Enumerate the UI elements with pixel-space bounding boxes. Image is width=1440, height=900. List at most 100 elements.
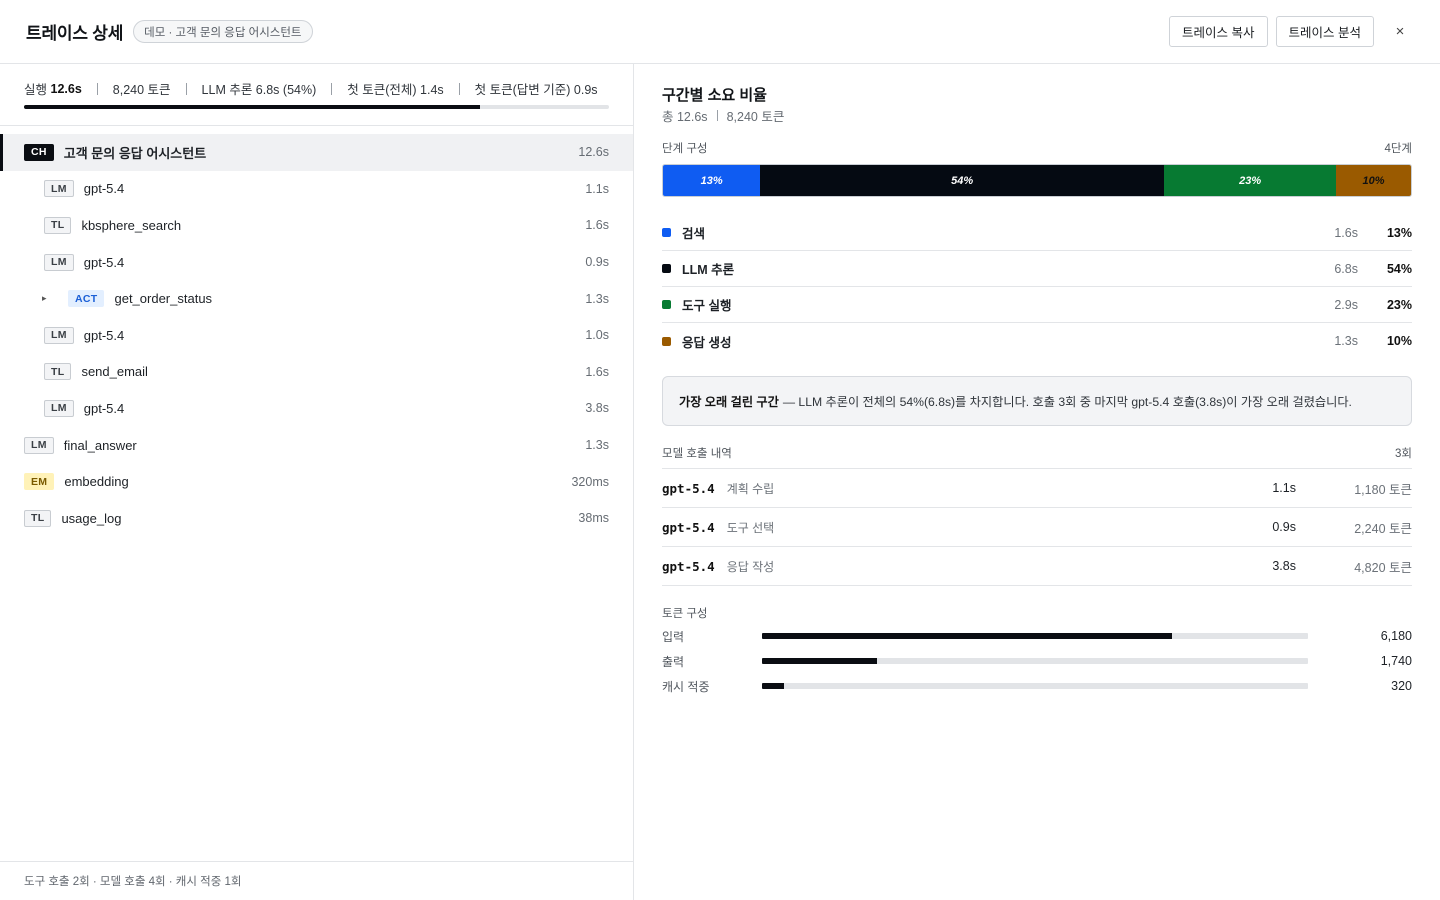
stage-name: 검색 — [682, 227, 706, 241]
tree-row[interactable]: LM gpt-5.4 3.8s — [0, 390, 633, 427]
stage-name: 응답 생성 — [682, 335, 732, 350]
span-name: get_order_status — [114, 291, 213, 307]
token-value: 320 — [1391, 679, 1412, 693]
span-duration: 320ms — [571, 474, 609, 489]
span-name: gpt-5.4 — [83, 327, 125, 343]
model-name: gpt-5.4 — [662, 558, 715, 574]
breakdown-pane: 구간별 소요 비율 총 12.6s 8,240 토큰 단계 구성 4단계 13%… — [634, 64, 1440, 900]
span-duration: 1.6s — [585, 364, 609, 379]
stage-color-swatch — [662, 228, 671, 237]
token-value: 1,740 — [1380, 654, 1412, 668]
span-duration: 1.3s — [585, 438, 609, 453]
stage-percent: 54% — [1386, 261, 1412, 276]
model-call-row: gpt-5.4 계획 수립 1.1s 1,180 토큰 — [662, 469, 1412, 508]
stage-name: 도구 실행 — [682, 299, 732, 313]
span-duration: 1.1s — [585, 181, 609, 196]
span-type-badge: ACT — [68, 290, 105, 308]
stage-legend: 검색 1.6s 13% LLM 추론 6.8s 54% 도구 실행 2.9s 23% 응답 생성 1… — [662, 215, 1412, 359]
call-tokens: 1,180 토큰 — [1354, 482, 1412, 497]
span-type-badge: LM — [44, 253, 74, 271]
token-bar-fill — [762, 658, 877, 664]
call-tokens: 4,820 토큰 — [1354, 560, 1412, 575]
callout-title: 가장 오래 걸린 구간 — [679, 395, 779, 409]
stage-percent: 10% — [1386, 334, 1412, 348]
divider — [0, 125, 633, 126]
total-duration: 총 12.6s — [662, 110, 708, 124]
tree-row[interactable]: LM final_answer 1.3s — [0, 427, 633, 464]
tree-row[interactable]: CH 고객 문의 응답 어시스턴트 12.6s — [0, 134, 633, 171]
model-call-row: gpt-5.4 도구 선택 0.9s 2,240 토큰 — [662, 508, 1412, 547]
divider — [716, 110, 718, 121]
span-name: final_answer — [63, 437, 137, 453]
tree-row[interactable]: EM embedding 320ms — [0, 463, 633, 500]
token-label: 캐시 적중 — [662, 679, 710, 694]
call-duration: 0.9s — [1272, 520, 1296, 534]
stage-time: 2.9s — [1334, 297, 1358, 312]
token-row: 캐시 적중 320 — [662, 678, 1412, 694]
tree-row[interactable]: ▸ ACT get_order_status 1.3s — [0, 280, 633, 317]
span-duration: 38ms — [578, 511, 609, 526]
span-type-badge: LM — [44, 180, 74, 198]
stage-color-swatch — [662, 336, 671, 346]
stage-segment: 10% — [1336, 165, 1411, 196]
token-label: 입력 — [662, 629, 685, 644]
calls-label: 모델 호출 내역 — [662, 448, 732, 460]
header-actions: 트레이스 복사 트레이스 분석 × — [1169, 16, 1414, 47]
span-name: kbsphere_search — [81, 217, 182, 233]
span-name: gpt-5.4 — [83, 400, 125, 416]
call-tokens: 2,240 토큰 — [1354, 521, 1412, 536]
token-value: 6,180 — [1380, 629, 1412, 643]
stage-percent: 23% — [1386, 297, 1412, 312]
span-name: send_email — [81, 364, 148, 380]
token-count: 8,240 토큰 — [112, 83, 171, 97]
stage-label: 단계 구성 — [662, 143, 708, 155]
first-token-all: 첫 토큰(전체) 1.4s — [347, 83, 444, 97]
stage-color-swatch — [662, 264, 671, 273]
stage-name: LLM 추론 — [682, 263, 735, 277]
token-bar-fill — [762, 683, 784, 689]
calls-count: 3회 — [1395, 448, 1412, 460]
span-tree: CH 고객 문의 응답 어시스턴트 12.6s LM gpt-5.4 1.1s TL kbsp… — [0, 134, 633, 537]
span-name: 고객 문의 응답 어시스턴트 — [63, 145, 207, 161]
model-call-row: gpt-5.4 응답 작성 3.8s 4,820 토큰 — [662, 547, 1412, 586]
tree-row[interactable]: LM gpt-5.4 0.9s — [0, 244, 633, 281]
analyze-trace-button[interactable]: 트레이스 분석 — [1275, 16, 1374, 47]
stage-segment: 13% — [663, 165, 761, 196]
tree-row[interactable]: TL usage_log 38ms — [0, 500, 633, 537]
call-duration: 3.8s — [1272, 559, 1296, 573]
stage-time: 1.3s — [1334, 334, 1358, 348]
stage-time: 1.6s — [1334, 225, 1358, 240]
stage-segment: 54% — [760, 165, 1165, 196]
divider — [96, 82, 98, 95]
span-type-badge: TL — [44, 216, 72, 234]
span-duration: 1.0s — [585, 328, 609, 343]
expand-caret-icon[interactable]: ▸ — [42, 293, 47, 304]
tree-row[interactable]: TL kbsphere_search 1.6s — [0, 207, 633, 244]
token-bar-track — [762, 658, 1308, 664]
span-name: gpt-5.4 — [83, 181, 125, 197]
divider — [185, 82, 187, 95]
span-type-badge: LM — [44, 399, 74, 417]
span-type-badge: LM — [44, 326, 74, 344]
stage-legend-row: 응답 생성 1.3s 10% — [662, 323, 1412, 359]
call-duration: 1.1s — [1272, 481, 1296, 495]
call-description: 계획 수립 — [726, 481, 775, 496]
tree-row[interactable]: LM gpt-5.4 1.1s — [0, 171, 633, 208]
page-title: 트레이스 상세 — [26, 24, 124, 43]
tree-row[interactable]: TL send_email 1.6s — [0, 354, 633, 391]
span-type-badge: TL — [44, 363, 72, 381]
run-progress-bar — [24, 105, 609, 109]
token-row: 출력 1,740 — [662, 653, 1412, 669]
tree-row[interactable]: LM gpt-5.4 1.0s — [0, 317, 633, 354]
run-progress-fill — [24, 105, 481, 109]
stage-count: 4단계 — [1384, 143, 1412, 155]
stage-segment: 23% — [1164, 165, 1337, 196]
stage-stacked-bar: 13% 54% 23% 10% — [662, 164, 1412, 197]
header: 트레이스 상세 데모 · 고객 문의 응답 어시스턴트 트레이스 복사 트레이스… — [0, 0, 1440, 64]
stage-percent: 13% — [1386, 225, 1412, 240]
copy-trace-button[interactable]: 트레이스 복사 — [1169, 16, 1268, 47]
token-bar-track — [762, 633, 1308, 639]
stage-legend-row: 검색 1.6s 13% — [662, 215, 1412, 251]
close-icon[interactable]: × — [1386, 18, 1414, 46]
token-row: 입력 6,180 — [662, 628, 1412, 644]
